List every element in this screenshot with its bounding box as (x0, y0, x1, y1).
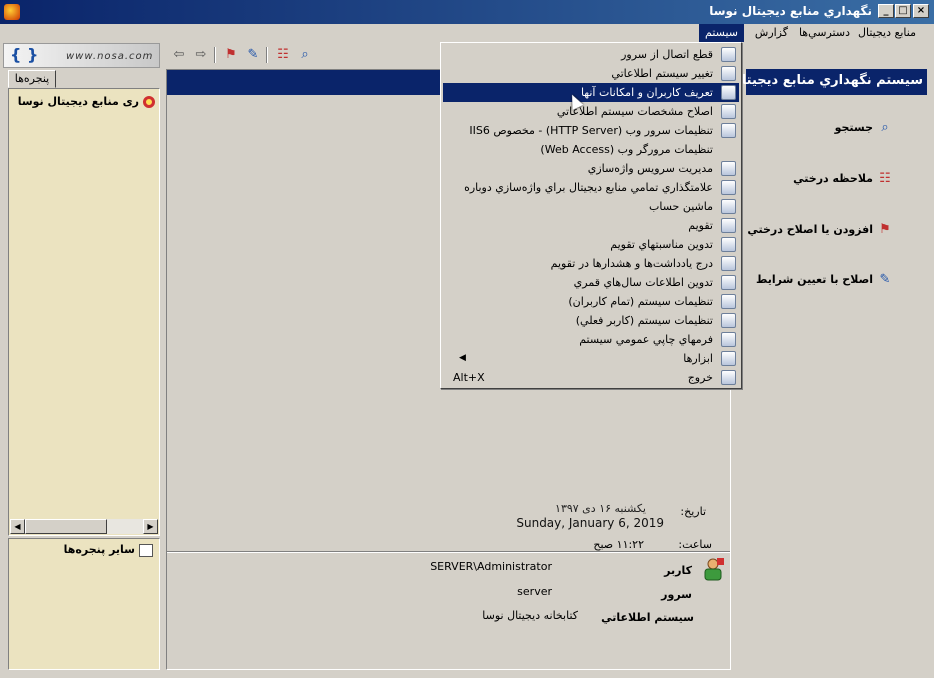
tree-root-label: ری منابع ديجيتال نوسا (17, 95, 139, 108)
tree-view-icon[interactable]: ☷ (877, 171, 893, 187)
submenu-arrow-icon: ◀ (459, 353, 466, 363)
system-title: سيستم نگهداري منابع ديجيتال (731, 69, 927, 95)
minimize-button[interactable]: _ (878, 4, 894, 18)
menu-print-forms[interactable]: فرمهاي چاپي عمومي سيستم (443, 330, 739, 349)
exit-shortcut: Alt+X (453, 371, 485, 384)
menu-indexing-service[interactable]: مديريت سرويس واژه‌سازي (443, 159, 739, 178)
web-server-icon (721, 123, 736, 138)
main-divider (167, 551, 730, 553)
menu-change-info-system[interactable]: تغيير سيستم اطلاعاتي (443, 64, 739, 83)
add-edit-tree-icon[interactable]: ⚑ (222, 47, 240, 63)
windows-tree: ری منابع ديجيتال نوسا ◀ ▶ (8, 88, 160, 536)
tab-windows[interactable]: پنجره‌ها (8, 70, 56, 88)
calendar-notes-icon (721, 256, 736, 271)
toolbar-separator (266, 47, 268, 63)
calendar-events-icon (721, 237, 736, 252)
calendar-icon (721, 218, 736, 233)
menu-settings-all-users[interactable]: تنظيمات سيستم (تمام كاربران) (443, 292, 739, 311)
search-icon[interactable]: ⌕ (877, 120, 893, 136)
information-system-label: سيستم اطلاعاتي (601, 611, 694, 624)
app-icon[interactable] (4, 4, 20, 20)
toolbar: ⇦ ⇨ ⚑ ✎ ☷ ⌕ (166, 43, 441, 67)
scroll-left-arrow-icon[interactable]: ◀ (10, 519, 25, 534)
user-icon (704, 558, 724, 581)
change-system-icon (721, 66, 736, 81)
settings-current-user-icon (721, 313, 736, 328)
logo-mark-icon: { } (10, 45, 39, 64)
user-value: SERVER\Administrator (430, 560, 552, 573)
time-value: ۱۱:۲۲ صبح (593, 538, 644, 551)
menu-edit-system-properties[interactable]: اصلاح مشخصات سيستم اطلاعاتي (443, 102, 739, 121)
menu-digital-resources[interactable]: منابع ديجيتال (852, 24, 922, 42)
action-add-edit-tree[interactable]: افزودن يا اصلاح درختي (747, 223, 873, 236)
nosa-logo: { } www.nosa.com (3, 43, 160, 68)
users-icon (721, 85, 736, 100)
menu-tools[interactable]: ابزارها ◀ (443, 349, 739, 368)
logo-site: www.nosa.com (66, 51, 154, 62)
menu-system[interactable]: سيستم (699, 24, 744, 42)
disconnect-icon (721, 47, 736, 62)
back-arrow-icon[interactable]: ⇦ (170, 47, 188, 63)
scroll-right-arrow-icon[interactable]: ▶ (143, 519, 158, 534)
action-tree-view[interactable]: ملاحظه درختي (793, 172, 873, 185)
information-system-value: كتابخانه ديجيتال نوسا (482, 609, 578, 622)
action-edit-conditions[interactable]: اصلاح با تعيين شرايط (756, 273, 873, 286)
edit-conditions-icon[interactable]: ✎ (244, 47, 262, 63)
date-persian: يكشنبه ۱۶ دی ۱۳۹۷ (555, 502, 646, 515)
server-value: server (517, 585, 552, 598)
moon-icon (721, 275, 736, 290)
reindex-icon (721, 180, 736, 195)
tree-root-item[interactable]: ری منابع ديجيتال نوسا (11, 95, 155, 111)
right-action-panel: سيستم نگهداري منابع ديجيتال ⌕ جستجو ☷ مل… (731, 69, 931, 670)
maximize-button[interactable]: □ (895, 4, 911, 18)
close-button[interactable]: × (913, 4, 929, 18)
settings-all-users-icon (721, 294, 736, 309)
other-windows-item[interactable]: ساير پنجره‌ها (64, 543, 153, 557)
add-edit-tree-icon[interactable]: ⚑ (877, 222, 893, 238)
menu-define-users[interactable]: تعريف كاربران و امكانات آنها (443, 83, 739, 102)
edit-conditions-icon[interactable]: ✎ (877, 272, 893, 288)
other-windows-panel: ساير پنجره‌ها (8, 538, 160, 670)
menu-access[interactable]: دسترسي‌ها (793, 24, 856, 42)
menu-calendar-events[interactable]: تدوين مناسبتهاي تقويم (443, 235, 739, 254)
windows-list-icon (139, 543, 153, 557)
date-gregorian: Sunday, January 6, 2019 (516, 516, 664, 530)
exit-icon (721, 370, 736, 385)
tree-view-icon[interactable]: ☷ (274, 47, 292, 63)
menu-report[interactable]: گزارش (749, 24, 794, 42)
printer-icon (721, 332, 736, 347)
menu-disconnect-server[interactable]: قطع اتصال از سرور (443, 45, 739, 64)
menu-calendar-notes[interactable]: درج يادداشت‌ها و هشدارها در تقويم (443, 254, 739, 273)
server-label: سرور (661, 588, 692, 601)
time-label: ساعت: (678, 538, 712, 551)
menu-exit[interactable]: خروج Alt+X (443, 368, 739, 387)
action-search[interactable]: جستجو (835, 121, 873, 134)
scroll-thumb[interactable] (25, 519, 107, 534)
date-label: تاريخ: (680, 505, 706, 518)
menu-bar: منابع ديجيتال دسترسي‌ها گزارش سيستم (0, 24, 934, 42)
title-bar[interactable]: نگهداري منابع ديجيتال نوسا _ □ × (0, 0, 934, 24)
search-icon[interactable]: ⌕ (296, 47, 314, 63)
user-label: كاربر (664, 564, 692, 577)
tree-horizontal-scrollbar[interactable]: ◀ ▶ (10, 519, 158, 534)
tree-root-icon (143, 96, 155, 108)
toolbar-separator (214, 47, 216, 63)
window-title: نگهداري منابع ديجيتال نوسا (709, 4, 872, 18)
menu-mark-reindex[interactable]: علامتگذاري تمامي منابع ديجيتال براي واژه… (443, 178, 739, 197)
menu-settings-current-user[interactable]: تنظيمات سيستم (كاربر فعلي) (443, 311, 739, 330)
menu-http-server-settings[interactable]: تنظيمات سرور وب (HTTP Server) - مخصوص II… (443, 121, 739, 140)
menu-web-access-settings[interactable]: تنظيمات مرورگر وب (Web Access) (443, 140, 739, 159)
other-windows-label: ساير پنجره‌ها (63, 543, 135, 556)
menu-calendar[interactable]: تقويم (443, 216, 739, 235)
forward-arrow-icon[interactable]: ⇨ (192, 47, 210, 63)
menu-lunar-years[interactable]: تدوين اطلاعات سال‌هاي قمري (443, 273, 739, 292)
menu-calculator[interactable]: ماشين حساب (443, 197, 739, 216)
indexing-service-icon (721, 161, 736, 176)
calculator-icon (721, 199, 736, 214)
tools-icon (721, 351, 736, 366)
edit-properties-icon (721, 104, 736, 119)
system-menu-dropdown: قطع اتصال از سرور تغيير سيستم اطلاعاتي ت… (440, 42, 742, 389)
